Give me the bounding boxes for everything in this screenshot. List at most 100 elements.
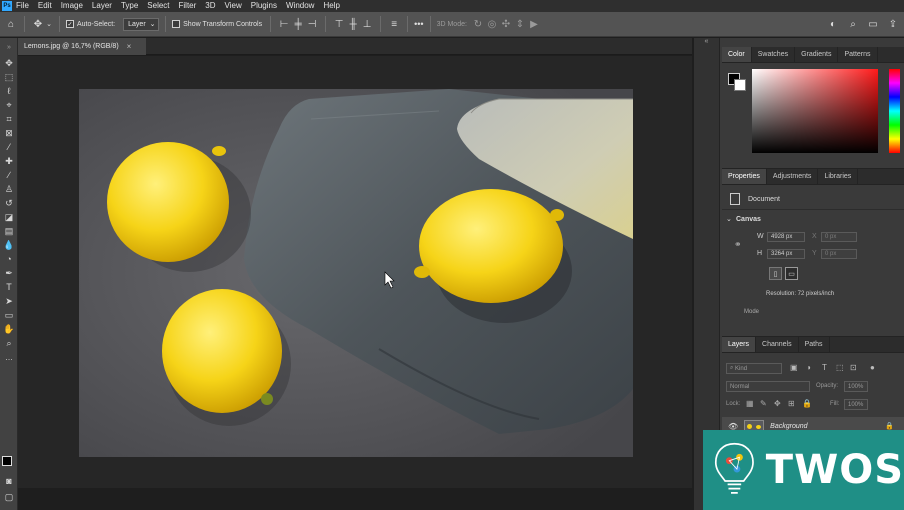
layer-filter-kind[interactable]: ⌕ Kind [726, 363, 782, 374]
align-right-icon[interactable]: ⊣ [305, 17, 319, 31]
layer-dropdown[interactable]: Layer ⌄ [123, 17, 160, 31]
screen-mode-icon[interactable]: ▢ [0, 490, 18, 504]
share-icon[interactable]: ⇪ [886, 17, 900, 31]
align-left-icon[interactable]: ⊢ [277, 17, 291, 31]
frame-tool-icon[interactable]: ⊠ [0, 126, 18, 140]
menu-edit[interactable]: Edit [38, 0, 52, 12]
object-select-tool-icon[interactable]: ⌖ [0, 98, 18, 112]
3d-slide-icon[interactable]: ⇕ [513, 17, 527, 31]
tab-patterns[interactable]: Patterns [838, 47, 878, 62]
filter-smart-object-icon[interactable]: ⊡ [850, 363, 857, 372]
3d-camera-icon[interactable]: ▶ [527, 17, 541, 31]
height-field[interactable]: 3264 px [767, 249, 805, 259]
menu-layer[interactable]: Layer [92, 0, 112, 12]
align-bottom-icon[interactable]: ⊥ [360, 17, 374, 31]
tab-adjustments[interactable]: Adjustments [767, 169, 819, 184]
menu-help[interactable]: Help [323, 0, 339, 12]
tab-properties[interactable]: Properties [722, 169, 767, 184]
tab-gradients[interactable]: Gradients [795, 47, 839, 62]
home-icon[interactable]: ⌂ [4, 17, 18, 31]
lasso-tool-icon[interactable]: ℓ [0, 84, 18, 98]
quick-mask-icon[interactable]: ◙ [0, 474, 18, 488]
distribute-icon[interactable]: ≡ [387, 17, 401, 31]
background-color-swatch[interactable] [734, 79, 746, 91]
path-select-tool-icon[interactable]: ➤ [0, 294, 18, 308]
document-tab[interactable]: Lemons.jpg @ 16,7% (RGB/8) × [18, 38, 146, 55]
chevron-down-icon[interactable]: ⌄ [726, 215, 732, 223]
link-dimensions-icon[interactable]: ⚭ [734, 239, 742, 250]
landscape-orientation-icon[interactable]: ▭ [785, 267, 798, 280]
3d-orbit-icon[interactable]: ↻ [471, 17, 485, 31]
document-image[interactable] [79, 89, 633, 457]
3d-pan-icon[interactable]: ✣ [499, 17, 513, 31]
dodge-tool-icon[interactable]: ◔ [0, 252, 18, 266]
filter-pixel-icon[interactable]: ▣ [790, 363, 798, 372]
menu-filter[interactable]: Filter [179, 0, 197, 12]
zoom-tool-icon[interactable]: ⌕ [0, 336, 18, 350]
menu-select[interactable]: Select [147, 0, 169, 12]
hand-tool-icon[interactable]: ✋ [0, 322, 18, 336]
transform-controls-checkbox[interactable] [172, 20, 181, 28]
brush-tool-icon[interactable]: ∕ [0, 168, 18, 182]
filter-toggle-icon[interactable]: ● [870, 363, 875, 372]
marquee-tool-icon[interactable]: ⬚ [0, 70, 18, 84]
y-field[interactable]: 0 px [821, 249, 857, 259]
edit-toolbar-icon[interactable]: … [0, 350, 18, 364]
align-center-icon[interactable]: ╪ [291, 17, 305, 31]
chevron-down-icon[interactable]: ⌄ [45, 17, 53, 31]
menu-window[interactable]: Window [286, 0, 314, 12]
lock-all-icon[interactable]: 🔒 [802, 399, 812, 408]
blend-mode-dropdown[interactable]: Normal [726, 381, 810, 392]
menu-file[interactable]: File [16, 0, 29, 12]
width-field[interactable]: 4928 px [767, 232, 805, 242]
history-brush-tool-icon[interactable]: ↺ [0, 196, 18, 210]
collapse-toolbar-icon[interactable]: » [0, 38, 18, 56]
rectangle-tool-icon[interactable]: ▭ [0, 308, 18, 322]
eraser-tool-icon[interactable]: ◪ [0, 210, 18, 224]
x-field[interactable]: 0 px [821, 232, 857, 242]
align-middle-icon[interactable]: ╫ [346, 17, 360, 31]
close-tab-icon[interactable]: × [127, 42, 132, 51]
filter-shape-icon[interactable]: ⬚ [836, 363, 844, 372]
menu-view[interactable]: View [225, 0, 242, 12]
lock-artboard-icon[interactable]: ⊞ [788, 399, 795, 408]
eyedropper-tool-icon[interactable]: ⁄ [0, 140, 18, 154]
tab-paths[interactable]: Paths [799, 337, 830, 352]
move-tool-icon[interactable]: ✥ [0, 56, 18, 70]
tab-layers[interactable]: Layers [722, 337, 757, 352]
blur-tool-icon[interactable]: 💧 [0, 238, 18, 252]
pen-tool-icon[interactable]: ✒ [0, 266, 18, 280]
clone-stamp-tool-icon[interactable]: ♙ [0, 182, 18, 196]
menu-3d[interactable]: 3D [205, 0, 215, 12]
opacity-field[interactable]: 100% [844, 381, 868, 392]
fill-field[interactable]: 100% [844, 399, 868, 410]
3d-roll-icon[interactable]: ◎ [485, 17, 499, 31]
tab-channels[interactable]: Channels [756, 337, 799, 352]
filter-type-icon[interactable]: T [822, 363, 827, 372]
menu-image[interactable]: Image [61, 0, 83, 12]
move-tool-icon[interactable]: ✥ [31, 17, 45, 31]
auto-select-checkbox[interactable]: ✓ [66, 20, 74, 28]
lock-position-icon[interactable]: ✥ [774, 399, 781, 408]
portrait-orientation-icon[interactable]: ▯ [769, 267, 782, 280]
photoshop-logo-icon[interactable]: Ps [2, 1, 12, 11]
foreground-color-swatch[interactable] [2, 456, 12, 466]
tab-libraries[interactable]: Libraries [818, 169, 859, 184]
tab-swatches[interactable]: Swatches [752, 47, 796, 62]
hue-slider[interactable] [889, 69, 900, 153]
search-icon[interactable]: ⌕ [846, 17, 860, 31]
workspace-icon[interactable]: ▭ [866, 17, 880, 31]
tab-color[interactable]: Color [722, 47, 752, 62]
type-tool-icon[interactable]: T [0, 280, 18, 294]
healing-brush-tool-icon[interactable]: ✚ [0, 154, 18, 168]
align-top-icon[interactable]: ⊤ [332, 17, 346, 31]
more-options-button[interactable]: ••• [414, 19, 423, 29]
lock-pixels-icon[interactable]: ✎ [760, 399, 767, 408]
crop-tool-icon[interactable]: ⌗ [0, 112, 18, 126]
gradient-tool-icon[interactable]: ▤ [0, 224, 18, 238]
share-user-icon[interactable]: ◐ [826, 17, 840, 31]
menu-plugins[interactable]: Plugins [251, 0, 277, 12]
lock-transparency-icon[interactable]: ▦ [746, 399, 754, 408]
collapse-panels-icon[interactable]: « [694, 38, 719, 45]
layer-name[interactable]: Background [770, 423, 807, 430]
